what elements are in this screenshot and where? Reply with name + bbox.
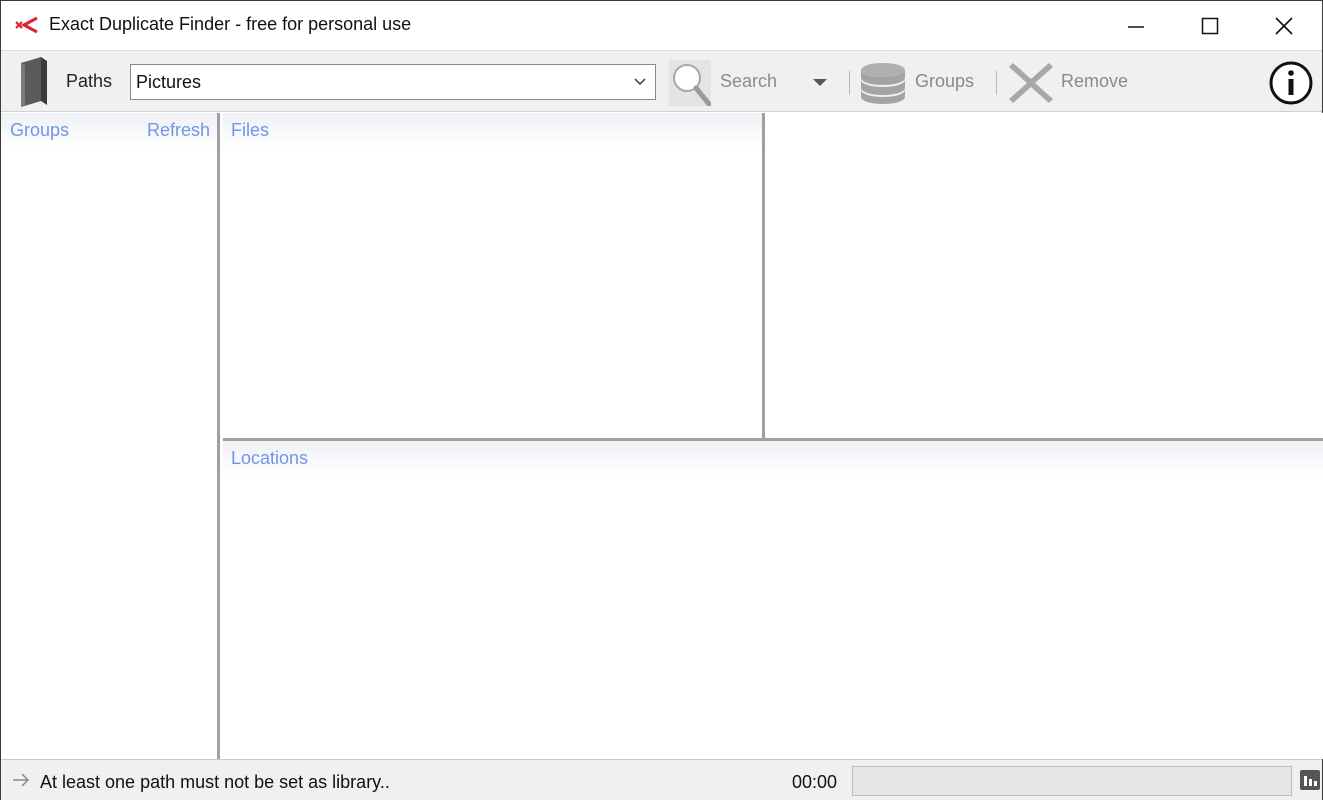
search-button[interactable] [669,60,712,107]
bar-chart-icon[interactable] [1300,770,1320,790]
locations-panel-header: Locations [223,441,1323,477]
preview-panel [768,113,1323,438]
paths-label: Paths [66,71,113,91]
database-icon[interactable] [859,61,909,105]
elapsed-time: 00:00 [792,772,838,792]
groups-panel-header: Groups Refresh [1,113,217,149]
remove-icon[interactable] [1007,59,1055,107]
groups-panel[interactable]: Groups Refresh [1,113,220,759]
minimize-button[interactable] [1099,1,1173,50]
progress-bar [852,766,1292,796]
info-icon[interactable] [1268,60,1314,106]
files-panel-title: Files [231,120,270,140]
search-label[interactable]: Search [720,71,777,92]
groups-button-label[interactable]: Groups [915,71,974,92]
app-logo-icon [15,16,38,34]
refresh-link[interactable]: Refresh [147,120,210,141]
toolbar-separator [996,71,997,95]
search-icon [673,64,712,107]
paths-combobox-value: Pictures [136,72,202,92]
close-icon [1275,16,1293,35]
files-panel[interactable]: Files [223,113,765,438]
groups-panel-title: Groups [10,120,70,140]
toolbar-separator [849,71,850,95]
close-button[interactable] [1247,1,1321,50]
toolbar: Paths Pictures Search Groups Remove [1,50,1322,112]
status-message: At least one path must not be set as lib… [40,772,390,792]
app-window: Exact Duplicate Finder - free for person… [0,0,1323,800]
maximize-button[interactable] [1173,1,1247,50]
paths-combobox[interactable]: Pictures [130,64,656,100]
maximize-icon [1201,17,1219,34]
title-bar[interactable]: Exact Duplicate Finder - free for person… [1,1,1322,50]
files-panel-header: Files [223,113,762,149]
dropdown-arrow-icon[interactable] [811,75,829,89]
chevron-down-icon[interactable] [633,75,647,89]
arrow-right-icon [13,773,30,787]
folder-icon[interactable] [15,57,51,107]
status-bar: At least one path must not be set as lib… [1,759,1322,800]
locations-panel[interactable]: Locations [223,441,1323,759]
window-title: Exact Duplicate Finder - free for person… [49,14,412,34]
minimize-icon [1128,25,1144,28]
remove-button-label[interactable]: Remove [1061,71,1128,92]
locations-panel-title: Locations [231,448,309,468]
